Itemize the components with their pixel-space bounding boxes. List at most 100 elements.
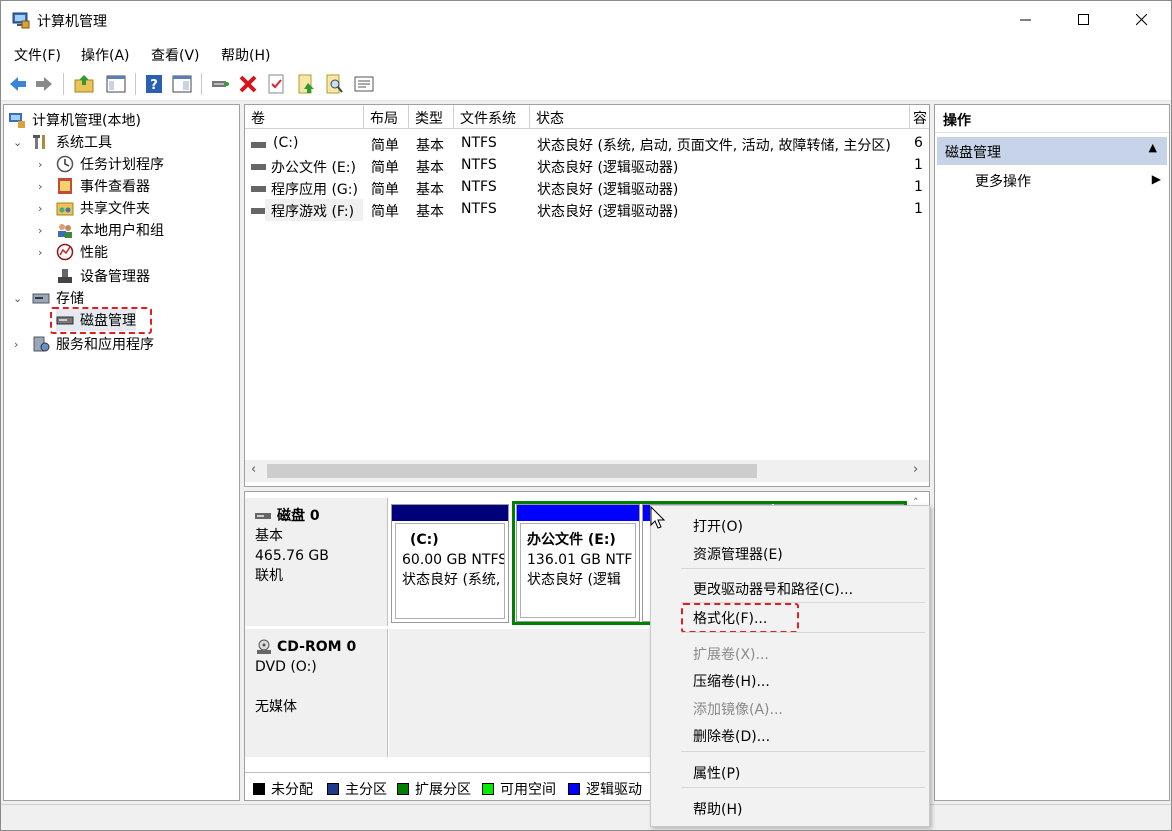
menu-item-help[interactable]: 帮助(H) [693, 799, 742, 819]
menu-view[interactable]: 查看(V) [151, 45, 200, 65]
partition-status: 状态良好 (系统, [402, 572, 501, 588]
disk-type: 基本 [255, 528, 283, 544]
menu-item-properties[interactable]: 属性(P) [693, 763, 740, 783]
tree-item-services[interactable]: 服务和应用程序 [32, 333, 154, 355]
menu-item-delete[interactable]: 删除卷(D)... [693, 726, 770, 746]
toolbar-separator [63, 73, 64, 95]
cdrom-icon [257, 639, 271, 654]
scrollbar-thumb[interactable] [267, 464, 757, 478]
tree-item-storage[interactable]: 存储 [32, 287, 84, 309]
computer-management-window: 计算机管理 文件(F) 操作(A) 查看(V) 帮助(H) ? 计算机管理(本地… [0, 0, 1172, 831]
column-header-status[interactable]: 状态 [530, 105, 910, 129]
disk-icon [255, 513, 271, 519]
cdrom-0-info[interactable]: CD-ROM 0 DVD (O:) 无媒体 [245, 629, 388, 757]
chevron-right-icon[interactable]: › [38, 158, 42, 171]
search-icon[interactable] [323, 73, 345, 95]
context-menu: 打开(O) 资源管理器(E) 更改驱动器号和路径(C)... 格式化(F)...… [650, 505, 930, 827]
forward-icon[interactable] [33, 73, 55, 95]
cell-filesystem: NTFS [461, 201, 497, 217]
cdrom-media: 无媒体 [255, 699, 297, 715]
show-hide-tree-icon[interactable] [105, 73, 127, 95]
cell-type: 基本 [416, 160, 444, 176]
status-bar [1, 804, 1171, 830]
list-icon[interactable] [353, 73, 375, 95]
chevron-right-icon[interactable]: › [38, 202, 42, 215]
tree-item-device-manager[interactable]: 设备管理器 [56, 265, 150, 287]
up-folder-icon[interactable] [73, 73, 95, 95]
tree-item-root[interactable]: 计算机管理(本地) [8, 109, 141, 131]
window-title: 计算机管理 [37, 14, 107, 30]
cell-filesystem: NTFS [461, 157, 497, 173]
tree-item-event-viewer[interactable]: 事件查看器 [56, 175, 150, 197]
cell-type: 基本 [416, 138, 444, 154]
cell-capacity: 1 [914, 179, 923, 195]
tree-item-local-users[interactable]: 本地用户和组 [56, 219, 164, 241]
legend-swatch [397, 783, 409, 795]
tree-label: 计算机管理(本地) [32, 113, 141, 129]
column-header-filesystem[interactable]: 文件系统 [454, 105, 530, 129]
more-actions-label: 更多操作 [975, 174, 1031, 190]
menu-item-explorer[interactable]: 资源管理器(E) [693, 544, 783, 564]
cell-layout: 简单 [371, 160, 399, 176]
disk-0-info[interactable]: 磁盘 0 基本 465.76 GB 联机 [245, 498, 388, 626]
drive-icon [251, 142, 266, 148]
menu-separator [681, 787, 925, 788]
delete-icon[interactable] [237, 73, 259, 95]
actions-section-disk-management[interactable]: 磁盘管理 ▲ [937, 137, 1167, 165]
actions-section-label: 磁盘管理 [945, 145, 1001, 161]
menu-item-open[interactable]: 打开(O) [693, 516, 743, 536]
chevron-right-icon[interactable]: › [38, 246, 42, 259]
legend-swatch [482, 783, 494, 795]
tree-label: 设备管理器 [80, 269, 150, 285]
export-icon[interactable] [295, 73, 317, 95]
toolbar-separator [135, 73, 136, 95]
menu-separator [681, 568, 925, 569]
chevron-down-icon[interactable]: ⌄ [13, 136, 22, 149]
chevron-right-icon[interactable]: › [14, 338, 18, 351]
legend-label: 未分配 [271, 782, 313, 798]
horizontal-scrollbar[interactable]: ‹ › [245, 460, 929, 482]
connect-icon[interactable] [209, 73, 231, 95]
menu-action[interactable]: 操作(A) [81, 45, 130, 65]
close-icon [1136, 14, 1148, 26]
menu-help[interactable]: 帮助(H) [221, 45, 270, 65]
cell-layout: 简单 [371, 182, 399, 198]
chevron-right-icon[interactable]: › [38, 224, 42, 237]
tree-label: 任务计划程序 [80, 157, 164, 173]
tree-item-shared-folders[interactable]: 共享文件夹 [56, 197, 150, 219]
more-actions[interactable]: 更多操作 ▶ [975, 171, 1165, 195]
back-icon[interactable] [7, 73, 29, 95]
cell-volume: 程序游戏 (F:) [265, 199, 363, 221]
menu-item-change-drive-letter[interactable]: 更改驱动器号和路径(C)... [693, 579, 853, 599]
chevron-down-icon[interactable]: ⌄ [13, 292, 22, 305]
column-header-type[interactable]: 类型 [409, 105, 454, 129]
scroll-left-icon[interactable]: ‹ [251, 462, 256, 477]
properties-icon[interactable] [171, 73, 193, 95]
legend-label: 逻辑驱动 [586, 782, 642, 798]
column-header-volume[interactable]: 卷 [245, 105, 364, 129]
partition-c[interactable]: (C:) 60.00 GB NTFS 状态良好 (系统, [391, 504, 509, 623]
tree-item-system-tools[interactable]: 系统工具 [32, 131, 112, 153]
navigation-tree: 计算机管理(本地) ⌄ 系统工具 › 任务计划程序 › 事件查看器 › 共享文件… [3, 104, 240, 801]
help-icon[interactable]: ? [143, 73, 165, 95]
disk-name: 磁盘 0 [277, 508, 320, 524]
scroll-right-icon[interactable]: › [913, 462, 918, 477]
tree-item-task-scheduler[interactable]: 任务计划程序 [56, 153, 164, 175]
cdrom-drive: DVD (O:) [255, 659, 317, 675]
minimize-button[interactable] [997, 1, 1055, 39]
cell-layout: 简单 [371, 204, 399, 220]
menu-item-shrink[interactable]: 压缩卷(H)... [693, 671, 770, 691]
maximize-button[interactable] [1055, 1, 1113, 39]
computer-management-icon [12, 12, 30, 29]
toolbar-separator [201, 73, 202, 95]
column-header-capacity[interactable]: 容 [910, 105, 929, 129]
partition-content: 办公文件 (E:) 136.01 GB NTF 状态良好 (逻辑 [520, 523, 636, 618]
column-header-layout[interactable]: 布局 [364, 105, 409, 129]
close-button[interactable] [1113, 1, 1171, 39]
chevron-right-icon[interactable]: › [38, 180, 42, 193]
menu-file[interactable]: 文件(F) [14, 45, 61, 65]
check-icon[interactable] [265, 73, 287, 95]
tree-item-performance[interactable]: 性能 [56, 241, 108, 263]
partition-e[interactable]: 办公文件 (E:) 136.01 GB NTF 状态良好 (逻辑 [516, 504, 640, 622]
cell-filesystem: NTFS [461, 179, 497, 195]
